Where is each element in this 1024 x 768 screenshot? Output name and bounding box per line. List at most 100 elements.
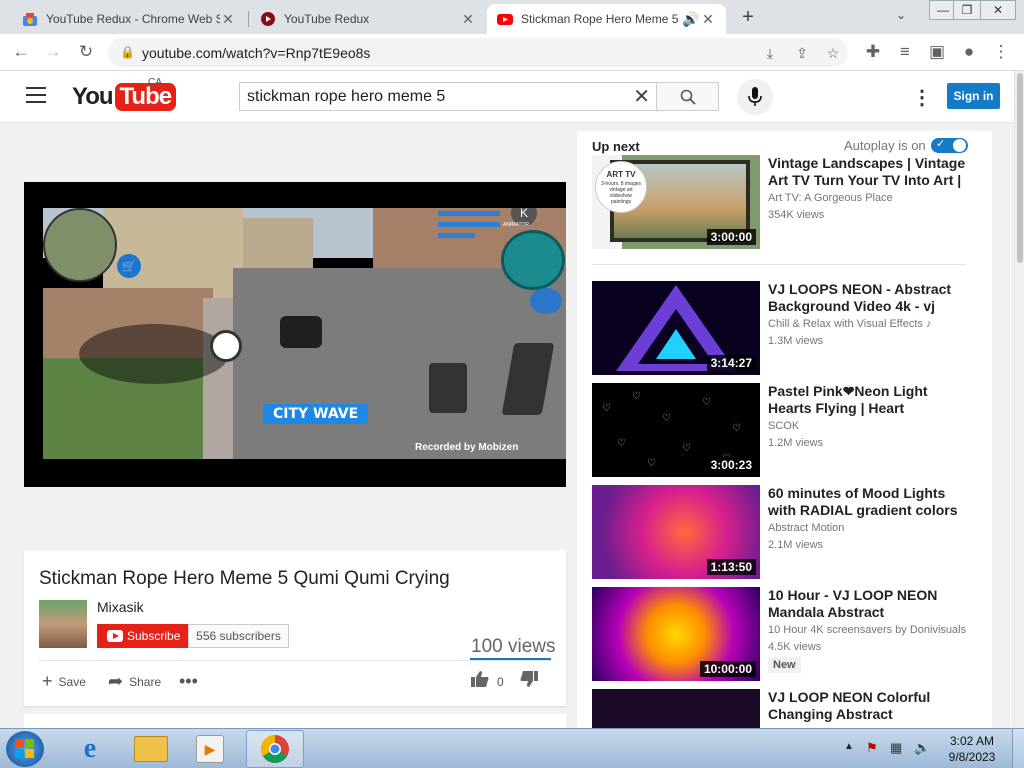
video-thumbnail[interactable]: 10:00:00 [592,587,760,681]
search-button[interactable] [657,82,719,111]
tab-search-chevron-icon[interactable]: ⌄ [896,8,906,22]
chrome-menu-icon[interactable]: ⋮ [990,41,1012,63]
tray-chevron-icon[interactable]: ▲ [844,741,854,752]
extensions-puzzle-icon[interactable]: ✚ [862,41,884,63]
tab-youtube-redux-webstore[interactable]: YouTube Redux - Chrome Web St ✕ [12,4,246,34]
scene-building [103,208,243,298]
view-count: 100 views [471,636,556,657]
voice-search-button[interactable] [737,79,773,115]
file-explorer-icon[interactable] [134,736,168,762]
install-icon[interactable]: ⤓ [760,43,780,63]
check-icon: ✓ [936,138,946,150]
up-next-item[interactable]: 1:13:50 60 minutes of Mood Lights with R… [592,485,972,581]
video-frame[interactable]: 🛒 K ANIMATOR CITY WAVE Recorded by Mobiz… [43,208,566,459]
start-button[interactable] [6,731,44,767]
video-thumbnail[interactable]: 3:14:27 [592,281,760,375]
item-title[interactable]: 10 Hour - VJ LOOP NEON Mandala Abstract … [768,587,972,621]
video-thumbnail[interactable]: 1:13:50 [592,485,760,579]
new-tab-button[interactable]: + [737,6,759,28]
side-panel-icon[interactable]: ▣ [926,41,948,63]
tab-stickman-video[interactable]: Stickman Rope Hero Meme 5 🔊 ✕ [487,4,726,34]
windows-logo-icon [15,739,34,758]
show-desktop-button[interactable] [1012,729,1024,768]
url-text[interactable]: youtube.com/watch?v=Rnp7tE9eo8s [142,45,370,61]
media-player-icon[interactable]: ▶ [196,735,224,763]
save-button[interactable]: + Save [42,671,86,692]
item-title[interactable]: Vintage Landscapes | Vintage Art TV Turn… [768,155,972,189]
share-button[interactable]: ➦ Share [108,671,161,692]
city-wave-label: CITY WAVE [263,404,369,424]
forward-arrow-icon[interactable]: → [42,41,64,63]
clear-search-icon[interactable]: ✕ [633,86,650,108]
settings-kebab-icon[interactable]: ⋮ [912,85,932,110]
network-icon[interactable]: ▦ [890,740,902,756]
up-next-item[interactable]: VJ LOOP NEON Colorful Changing Abstract … [592,689,972,728]
subscribe-button[interactable]: Subscribe [97,624,188,648]
bookmark-star-icon[interactable]: ☆ [823,43,843,63]
internet-explorer-icon[interactable]: e [74,733,106,765]
heart-icon: ♡ [732,423,741,434]
item-title[interactable]: 60 minutes of Mood Lights with RADIAL gr… [768,485,972,519]
search-input[interactable] [240,83,620,110]
up-next-item[interactable]: ART TV 3-hours, 8 images vintage art sli… [592,155,972,251]
steering-wheel-icon [210,330,242,362]
reading-list-icon[interactable]: ≡ [894,41,916,63]
new-badge: New [768,657,801,673]
flag-icon[interactable]: ⚑ [866,740,878,756]
video-thumbnail[interactable] [592,689,760,728]
duration-badge: 3:14:27 [706,355,756,371]
item-title[interactable]: VJ LOOPS NEON - Abstract Background Vide… [768,281,972,315]
item-views: 354K views [768,209,825,221]
search-box[interactable]: ✕ [239,82,657,111]
art-tv-badge: ART TV 3-hours, 8 images vintage art sli… [595,161,647,213]
up-next-item[interactable]: ♡ ♡ ♡ ♡ ♡ ♡ ♡ ♡ ♡ 3:00:23 Pastel Pink❤Ne… [592,383,972,479]
speaker-icon[interactable]: 🔊 [682,11,700,28]
like-thumb-icon[interactable] [471,671,489,692]
recorded-by-watermark: Recorded by Mobizen [415,442,519,453]
item-title[interactable]: Pastel Pink❤Neon Light Hearts Flying | H… [768,383,972,417]
microphone-icon [748,87,762,106]
more-dots-icon: ••• [179,671,198,691]
up-next-item[interactable]: 10:00:00 10 Hour - VJ LOOP NEON Mandala … [592,587,972,683]
more-actions-button[interactable]: ••• [179,671,204,692]
tab-close-icon[interactable]: ✕ [220,11,236,28]
tab-close-icon[interactable]: ✕ [460,11,476,28]
youtube-header: You Tube CA ✕ ⋮ Sign in [0,71,1014,123]
sign-in-button[interactable]: Sign in [947,83,1000,109]
up-next-item[interactable]: 3:14:27 VJ LOOPS NEON - Abstract Backgro… [592,281,972,377]
dislike-thumb-icon[interactable] [520,671,538,692]
heart-icon: ♡ [662,413,671,424]
guide-menu-icon[interactable] [26,87,46,103]
clock-date: 9/8/2023 [948,750,996,764]
profile-icon[interactable]: ● [958,41,980,63]
video-player[interactable]: 🛒 K ANIMATOR CITY WAVE Recorded by Mobiz… [24,182,566,487]
share-icon[interactable]: ⇪ [792,43,812,63]
autoplay-toggle[interactable]: ✓ [931,138,968,153]
chrome-taskbar-button[interactable] [246,730,304,768]
clock[interactable]: 3:02 AM 9/8/2023 [942,733,1002,765]
tab-youtube-redux[interactable]: YouTube Redux ✕ [250,4,486,34]
share-arrow-icon: ➦ [108,671,124,691]
scrollbar-thumb[interactable] [1017,73,1023,263]
reload-icon[interactable]: ↻ [75,41,97,63]
maximize-button[interactable]: ❐ [953,0,981,20]
item-title[interactable]: VJ LOOP NEON Colorful Changing Abstract … [768,689,972,723]
share-label: Share [129,674,162,689]
address-bar[interactable]: 🔒 youtube.com/watch?v=Rnp7tE9eo8s ⤓ ⇪ ☆ [108,38,848,67]
channel-name[interactable]: Mixasik [97,599,144,615]
duration-badge: 3:00:00 [706,229,756,245]
tab-separator [248,11,249,27]
back-arrow-icon[interactable]: ← [10,41,32,63]
tab-close-icon[interactable]: ✕ [700,11,716,28]
video-thumbnail[interactable]: ART TV 3-hours, 8 images vintage art sli… [592,155,760,249]
subscriber-count: 556 subscribers [188,624,289,648]
page-scrollbar[interactable] [1014,71,1024,728]
fist-icon [501,230,565,290]
video-thumbnail[interactable]: ♡ ♡ ♡ ♡ ♡ ♡ ♡ ♡ ♡ 3:00:23 [592,383,760,477]
lock-icon[interactable]: 🔒 [120,45,135,59]
window-close-button[interactable]: ✕ [980,0,1016,20]
channel-avatar[interactable] [39,600,87,648]
autoplay-label: Autoplay is on [844,138,926,153]
logo-tube-text: Tube [114,83,177,111]
volume-icon[interactable]: 🔈 [914,740,930,756]
